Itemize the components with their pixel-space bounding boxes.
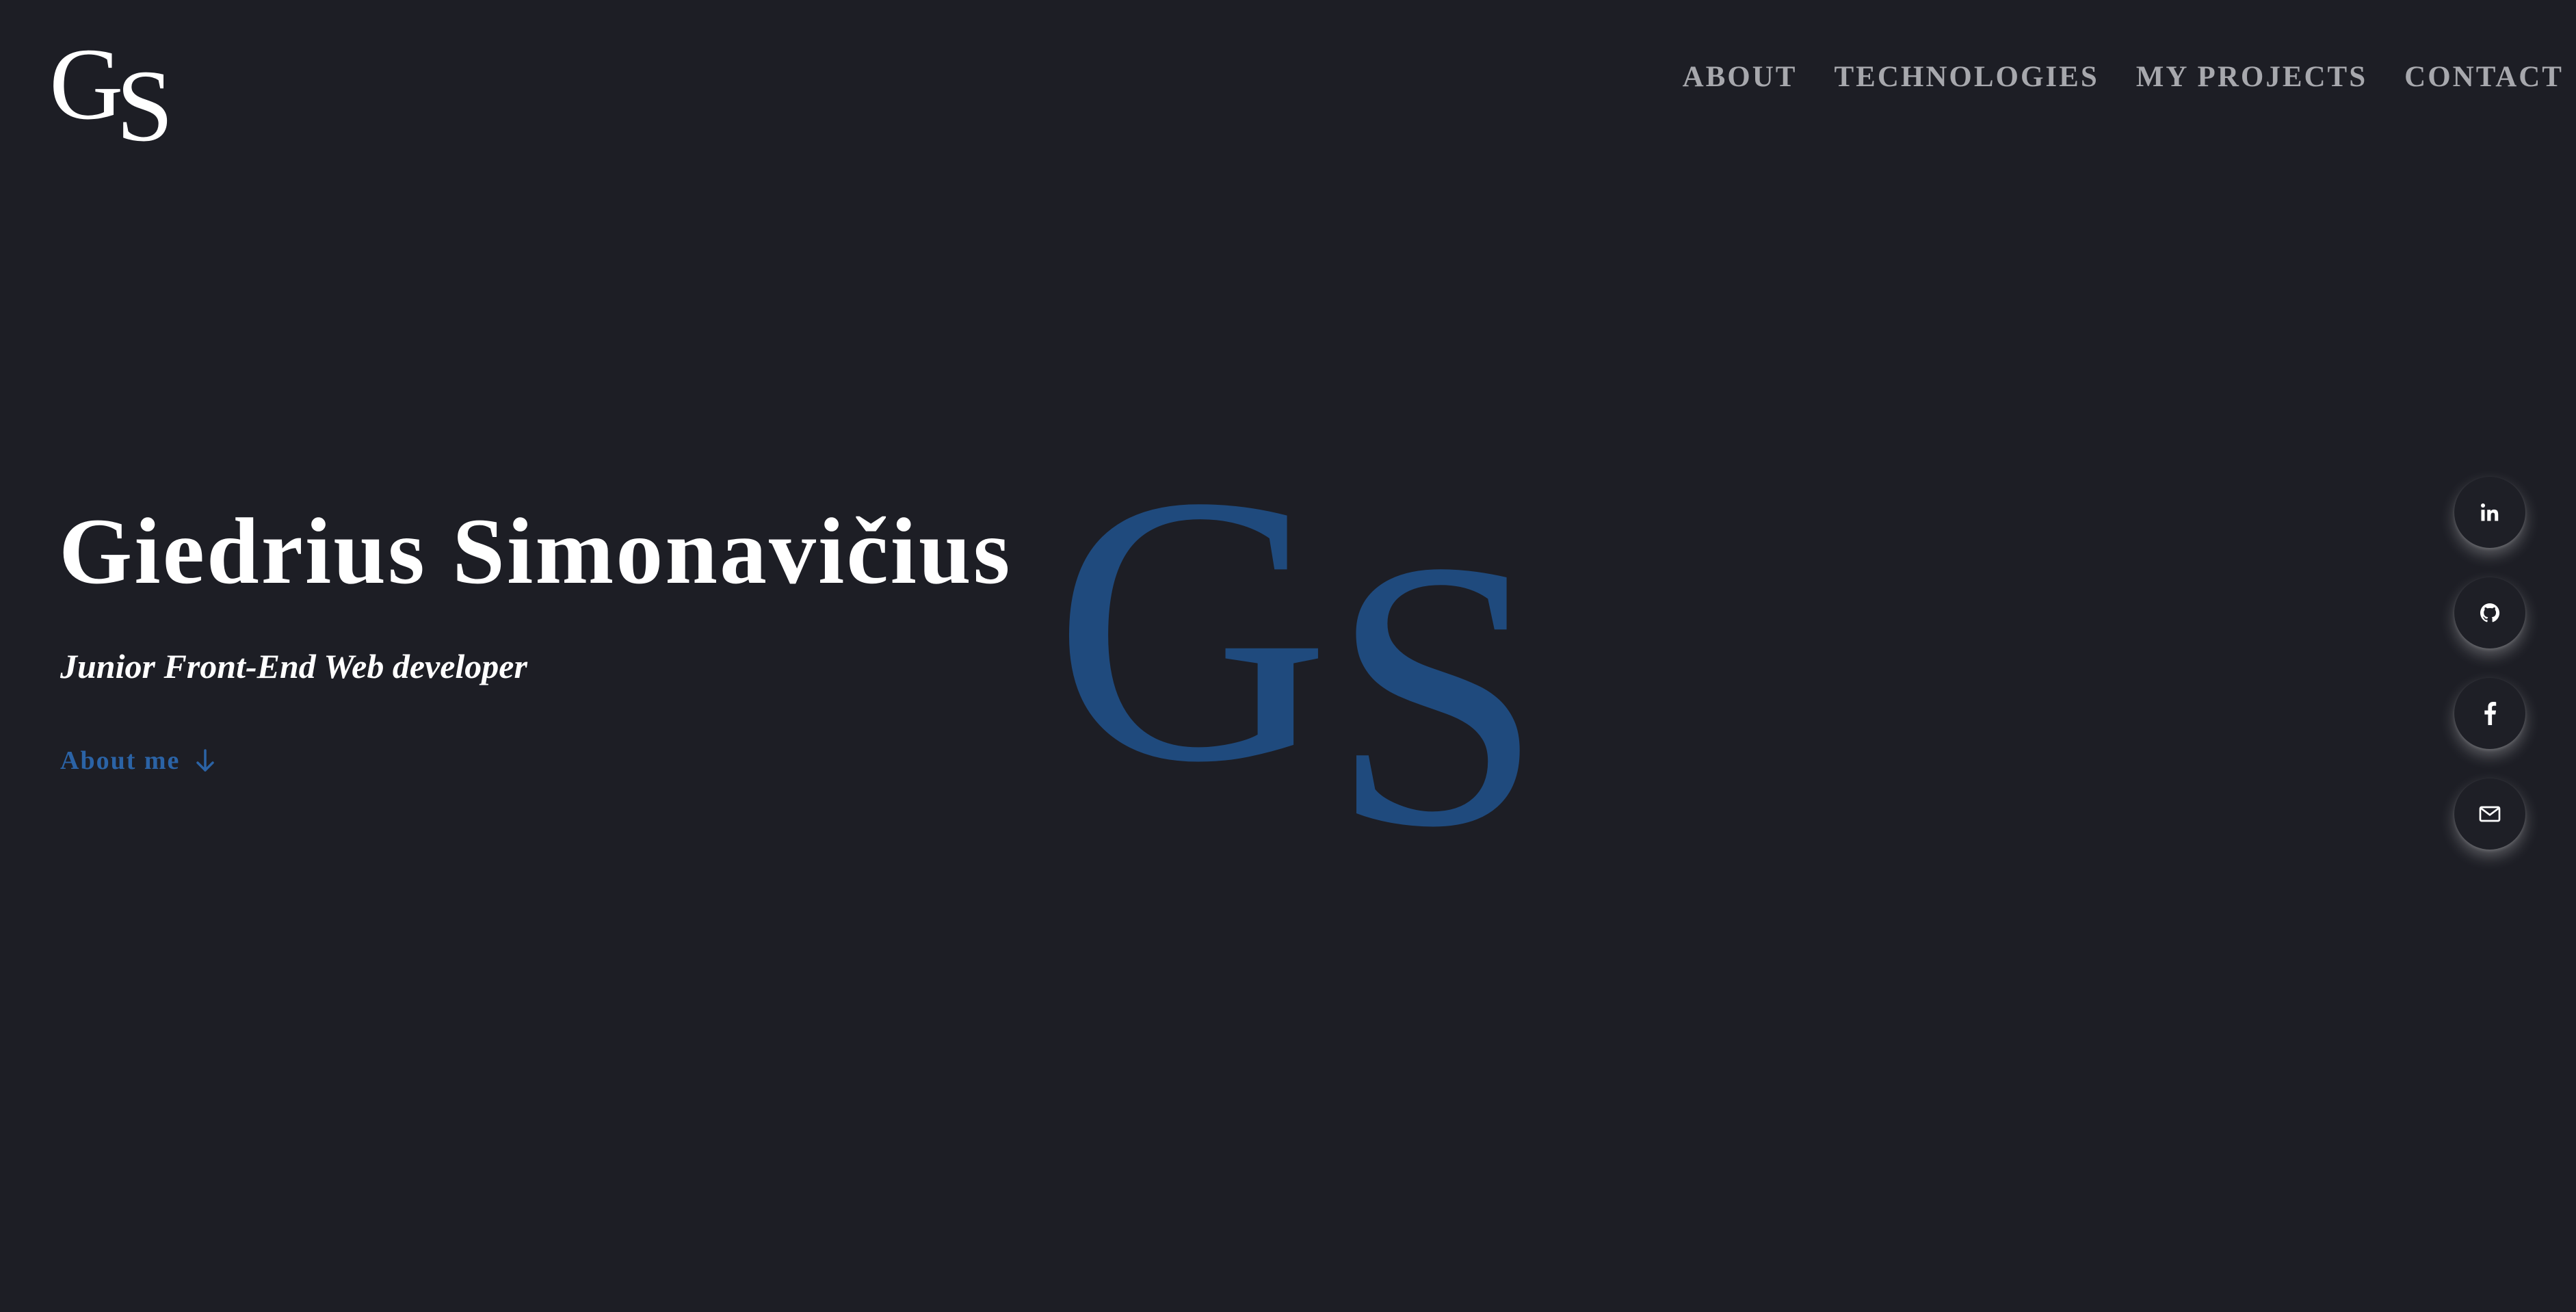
nav-technologies[interactable]: TECHNOLOGIES: [1835, 60, 2099, 94]
about-me-label: About me: [60, 746, 181, 775]
nav-my-projects[interactable]: MY PROJECTS: [2136, 60, 2367, 94]
linkedin-button[interactable]: [2454, 477, 2525, 548]
arrow-down-icon: [196, 749, 215, 772]
facebook-icon: [2484, 702, 2497, 725]
monogram-letter-s: S: [1330, 482, 1544, 906]
mail-icon: [2479, 806, 2501, 822]
hero-monogram: G S: [1053, 438, 1573, 903]
hero-name: Giedrius Simonavičius: [59, 499, 1012, 603]
logo-letter-g: G: [49, 27, 124, 141]
social-links: [2454, 477, 2525, 850]
monogram-letter-g: G: [1053, 417, 1330, 841]
facebook-button[interactable]: [2454, 678, 2525, 749]
github-icon: [2480, 603, 2500, 622]
hero-role: Junior Front-End Web developer: [60, 647, 527, 685]
linkedin-icon: [2481, 503, 2499, 521]
main-nav: ABOUT TECHNOLOGIES MY PROJECTS CONTACT: [1683, 60, 2564, 94]
github-button[interactable]: [2454, 577, 2525, 648]
logo[interactable]: G S: [49, 27, 179, 157]
nav-about[interactable]: ABOUT: [1683, 60, 1798, 94]
nav-contact[interactable]: CONTACT: [2404, 60, 2564, 94]
mail-button[interactable]: [2454, 778, 2525, 850]
logo-letter-s: S: [116, 49, 174, 163]
about-me-link[interactable]: About me: [60, 746, 215, 776]
